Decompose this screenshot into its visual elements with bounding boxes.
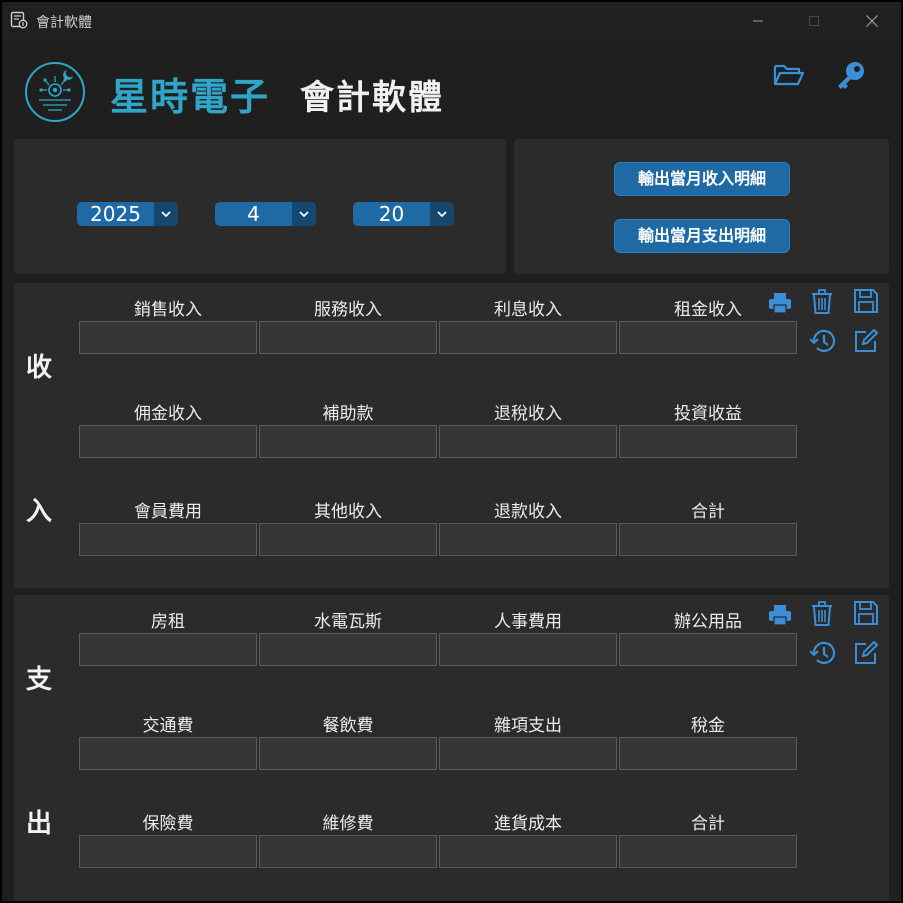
expense-field-purchase[interactable] — [439, 835, 617, 868]
income-field-total[interactable] — [619, 523, 797, 556]
print-icon[interactable] — [766, 601, 794, 629]
income-field-rent[interactable] — [619, 321, 797, 354]
field-label: 會員費用 — [134, 502, 202, 522]
day-dropdown[interactable]: 20 — [353, 202, 454, 226]
income-field-commission[interactable] — [79, 425, 257, 458]
day-value: 20 — [378, 202, 405, 226]
title-bar: 會計軟體 — [2, 2, 901, 40]
field-label: 利息收入 — [494, 300, 562, 320]
export-expense-button[interactable]: 輸出當月支出明細 — [614, 219, 790, 253]
minimize-button[interactable] — [735, 2, 781, 40]
expense-side-label-bottom: 出 — [26, 809, 53, 839]
expense-field-office[interactable] — [619, 633, 797, 666]
print-icon[interactable] — [766, 289, 794, 317]
year-dropdown[interactable]: 2025 — [77, 202, 178, 226]
year-value: 2025 — [90, 202, 141, 226]
income-side-label-top: 收 — [26, 353, 53, 383]
field-label: 雜項支出 — [494, 716, 562, 736]
field-label: 合計 — [691, 814, 725, 834]
income-field-interest[interactable] — [439, 321, 617, 354]
income-field-refund[interactable] — [439, 523, 617, 556]
history-icon[interactable] — [809, 327, 837, 355]
income-field-tax-refund[interactable] — [439, 425, 617, 458]
folder-open-icon[interactable] — [772, 58, 806, 92]
expense-field-utilities[interactable] — [259, 633, 437, 666]
expense-field-tax[interactable] — [619, 737, 797, 770]
field-label: 房租 — [151, 612, 185, 632]
trash-icon[interactable] — [808, 600, 836, 628]
chevron-down-icon — [292, 202, 316, 226]
export-income-button[interactable]: 輸出當月收入明細 — [614, 162, 790, 196]
expense-field-transport[interactable] — [79, 737, 257, 770]
brand-name: 星時電子 — [110, 75, 271, 119]
income-field-sales[interactable] — [79, 321, 257, 354]
expense-section: 支 出 房租 水電瓦斯 人事費用 辦公用品 交通費 餐飲費 雜項支出 稅金 保險… — [14, 595, 889, 901]
save-icon[interactable] — [852, 287, 880, 315]
window-title: 會計軟體 — [36, 15, 92, 31]
field-label: 補助款 — [322, 404, 374, 424]
field-label: 維修費 — [322, 814, 374, 834]
field-label: 退款收入 — [494, 502, 562, 522]
close-icon — [866, 15, 878, 27]
field-label: 合計 — [691, 502, 725, 522]
edit-icon[interactable] — [852, 639, 880, 667]
expense-field-misc[interactable] — [439, 737, 617, 770]
income-section: 收 入 銷售收入 服務收入 利息收入 租金收入 佣金收入 補助款 退稅收入 投資… — [14, 283, 889, 588]
income-field-subsidy[interactable] — [259, 425, 437, 458]
save-icon[interactable] — [852, 599, 880, 627]
history-icon[interactable] — [809, 639, 837, 667]
field-label: 水電瓦斯 — [314, 612, 382, 632]
expense-field-meals[interactable] — [259, 737, 437, 770]
expense-side-label-top: 支 — [26, 665, 53, 695]
trash-icon[interactable] — [808, 288, 836, 316]
brand-logo — [25, 62, 85, 122]
income-field-investment[interactable] — [619, 425, 797, 458]
app-window: 會計軟體 星時電子 會計軟體 2025 4 20 輸出當月收入明細 輸出當月支出… — [2, 2, 901, 901]
field-label: 人事費用 — [494, 612, 562, 632]
income-side-label-bottom: 入 — [26, 497, 53, 527]
key-icon[interactable] — [834, 58, 868, 92]
field-label: 餐飲費 — [322, 716, 374, 736]
field-label: 銷售收入 — [134, 300, 202, 320]
app-header: 星時電子 會計軟體 — [2, 40, 901, 137]
field-label: 投資收益 — [674, 404, 742, 424]
field-label: 佣金收入 — [134, 404, 202, 424]
income-field-service[interactable] — [259, 321, 437, 354]
maximize-icon — [809, 16, 819, 26]
field-label: 其他收入 — [314, 502, 382, 522]
month-dropdown[interactable]: 4 — [215, 202, 316, 226]
expense-field-personnel[interactable] — [439, 633, 617, 666]
field-label: 交通費 — [142, 716, 194, 736]
expense-field-insurance[interactable] — [79, 835, 257, 868]
field-label: 進貨成本 — [494, 814, 562, 834]
chevron-down-icon — [154, 202, 178, 226]
app-subtitle: 會計軟體 — [300, 78, 444, 118]
export-panel: 輸出當月收入明細 輸出當月支出明細 — [514, 139, 889, 274]
date-panel: 2025 4 20 — [14, 139, 506, 274]
month-value: 4 — [247, 202, 260, 226]
app-icon — [10, 11, 28, 29]
field-label: 稅金 — [691, 716, 725, 736]
maximize-button[interactable] — [791, 2, 837, 40]
expense-field-total[interactable] — [619, 835, 797, 868]
expense-field-repair[interactable] — [259, 835, 437, 868]
chevron-down-icon — [430, 202, 454, 226]
expense-field-rent[interactable] — [79, 633, 257, 666]
minimize-icon — [753, 20, 763, 22]
income-field-other[interactable] — [259, 523, 437, 556]
edit-icon[interactable] — [852, 327, 880, 355]
field-label: 服務收入 — [314, 300, 382, 320]
field-label: 保險費 — [142, 814, 194, 834]
income-field-membership[interactable] — [79, 523, 257, 556]
close-button[interactable] — [849, 2, 895, 40]
field-label: 退稅收入 — [494, 404, 562, 424]
